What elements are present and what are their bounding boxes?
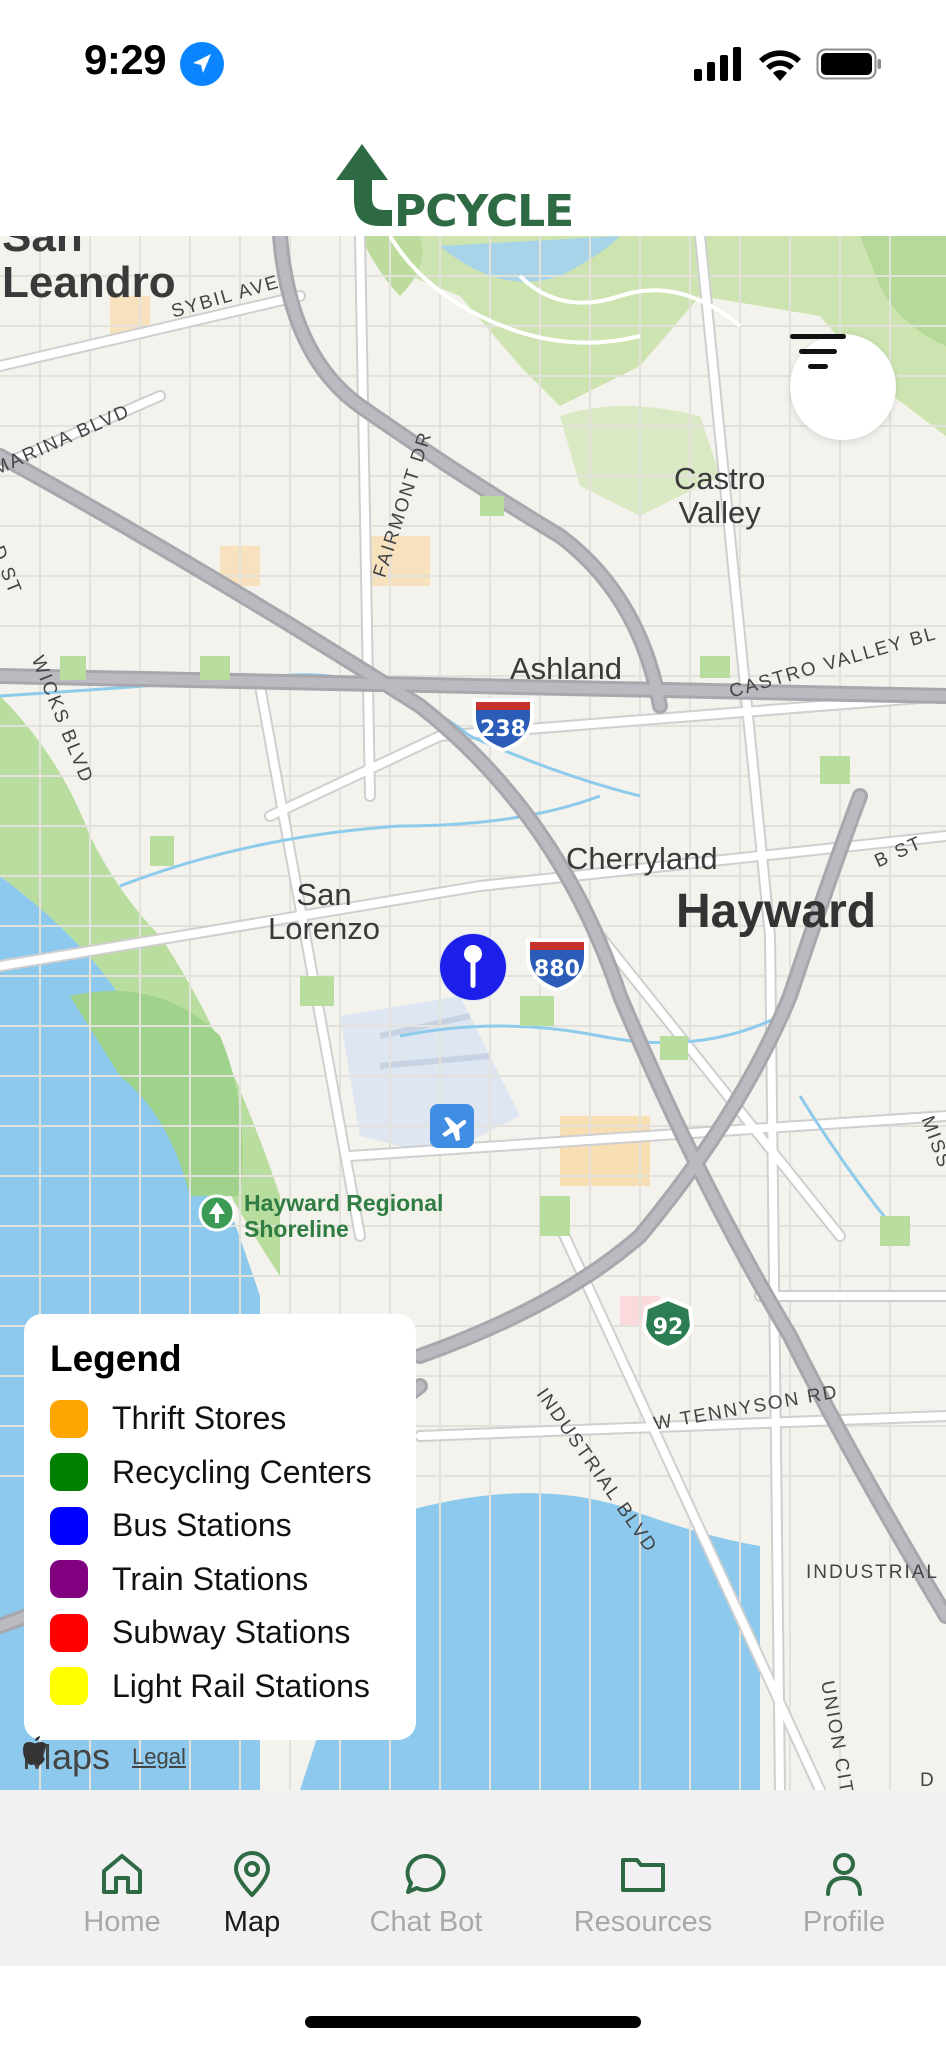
maps-attribution: Maps Legal (22, 1736, 186, 1778)
street-label-d: D (920, 1770, 936, 1790)
place-label-valley: Valley (678, 495, 761, 530)
status-icons (694, 42, 882, 86)
poi-label-shoreline-line2: Shoreline (244, 1216, 349, 1242)
highway-shield-238-text: 238 (480, 717, 526, 742)
place-label-hayward: Hayward (676, 885, 877, 938)
wifi-icon (759, 50, 801, 81)
legend-swatch (50, 1667, 88, 1706)
tab-bar: Home Map Chat Bot Resources Profile (0, 1790, 946, 1966)
legend-item: Light Rail Stations (50, 1660, 390, 1714)
legend-item-label: Thrift Stores (112, 1400, 287, 1437)
person-icon (826, 1853, 862, 1896)
status-time: 9:29 (84, 36, 167, 83)
legend-swatch (50, 1613, 88, 1652)
legend-item-label: Train Stations (112, 1560, 309, 1597)
legend-item-label: Recycling Centers (112, 1453, 372, 1490)
tab-chat-bot[interactable]: Chat Bot (358, 1790, 494, 1966)
place-label-castro: Castro (674, 461, 766, 496)
legend-swatch (50, 1560, 88, 1599)
poi-label-shoreline[interactable]: Hayward Regional Shoreline (244, 1190, 443, 1242)
legend-swatch (50, 1399, 88, 1438)
poi-label-shoreline-line1: Hayward Regional (244, 1190, 444, 1216)
tab-map-label: Map (223, 1906, 281, 1938)
upcycle-logo[interactable]: PCYCLE (332, 140, 612, 237)
place-label-san: San (296, 877, 352, 912)
apple-maps-logo: Maps (22, 1736, 110, 1778)
legend-item: Bus Stations (50, 1499, 390, 1553)
home-indicator-area (0, 1966, 946, 2048)
legend-swatch (50, 1453, 88, 1492)
legend-item: Subway Stations (50, 1606, 390, 1660)
legend-item: Thrift Stores (50, 1392, 390, 1446)
highway-shield-92-text: 92 (653, 1315, 684, 1340)
filter-button[interactable] (790, 334, 896, 440)
chat-bubble-icon (405, 1853, 446, 1894)
logo-text: PCYCLE (394, 186, 573, 230)
tab-resources-label: Resources (573, 1906, 713, 1938)
status-bar: 9:29 (0, 0, 946, 120)
legend-item-label: Subway Stations (112, 1614, 351, 1651)
tab-map[interactable]: Map (200, 1790, 304, 1966)
maps-legal-link[interactable]: Legal (132, 1744, 186, 1770)
place-label-cherryland: Cherryland (566, 841, 718, 876)
home-indicator[interactable] (305, 2016, 641, 2028)
app-header: PCYCLE (0, 120, 946, 237)
location-arrow-icon (180, 42, 224, 86)
map-pin-icon (234, 1851, 270, 1897)
place-label-lorenzo: Lorenzo (268, 911, 381, 946)
legend-item-label: Bus Stations (112, 1507, 292, 1544)
place-label-ashland: Ashland (510, 651, 623, 686)
tab-profile[interactable]: Profile (788, 1790, 900, 1966)
legend-item: Recycling Centers (50, 1446, 390, 1500)
highway-shield-880-text: 880 (534, 957, 580, 982)
cellular-signal-icon (694, 47, 741, 81)
folder-icon (621, 1858, 665, 1892)
street-label-industrial: INDUSTRIAL (806, 1562, 939, 1583)
legend-swatch (50, 1506, 88, 1545)
place-label-san-lorenzo: San Lorenzo (268, 878, 380, 946)
tab-resources[interactable]: Resources (566, 1790, 720, 1966)
legend-title: Legend (50, 1338, 182, 1379)
tab-chat-bot-label: Chat Bot (369, 1906, 483, 1938)
apple-logo-icon (23, 1736, 47, 1765)
place-label-castro-valley: Castro Valley (674, 462, 765, 530)
place-label-san-leandro: San Leandro (2, 236, 176, 306)
filter-icon (790, 334, 846, 369)
tab-profile-label: Profile (802, 1906, 886, 1938)
tab-home[interactable]: Home (54, 1790, 190, 1966)
map-view[interactable]: San Leandro Castro Valley Ashland Cherry… (0, 236, 946, 1790)
place-label-san-leandro-text: San Leandro (2, 236, 176, 307)
battery-icon (816, 48, 881, 80)
home-icon (102, 1854, 142, 1894)
map-legend: Legend Thrift Stores Recycling Centers Bus… (24, 1314, 416, 1740)
legend-item: Train Stations (50, 1553, 390, 1607)
legend-item-label: Light Rail Stations (112, 1667, 370, 1704)
tab-home-label: Home (83, 1906, 161, 1938)
